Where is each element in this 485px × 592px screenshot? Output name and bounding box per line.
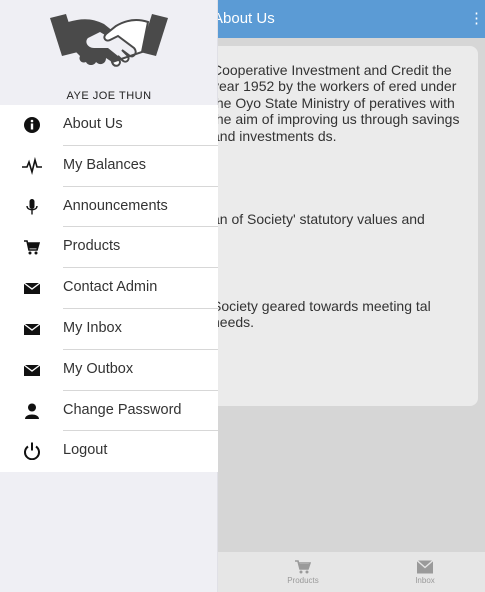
cart-icon (24, 240, 41, 255)
tab-inbox[interactable]: Inbox (395, 552, 455, 592)
info-icon (24, 117, 40, 133)
user-name: AYE JOE THUN (66, 90, 152, 102)
menu-item-products[interactable]: Products (0, 227, 218, 269)
overflow-menu-icon[interactable]: ⋮ (469, 9, 484, 29)
page-title: About Us (213, 10, 275, 27)
menu-item-label: Contact Admin (63, 279, 158, 296)
menu-item-my-inbox[interactable]: My Inbox (0, 309, 218, 350)
menu-item-my-outbox[interactable]: My Outbox (0, 350, 218, 391)
microphone-icon (26, 198, 38, 215)
user-icon (25, 403, 39, 419)
envelope-icon (417, 560, 433, 574)
menu-item-label: Products (63, 238, 121, 255)
menu-item-label: Change Password (63, 401, 182, 418)
envelope-icon (23, 323, 41, 335)
drawer-menu: About Us My Balances Announcements Produ… (0, 105, 218, 473)
menu-item-label: My Inbox (63, 319, 122, 336)
menu-item-label: Logout (63, 442, 108, 459)
menu-item-contact-admin[interactable]: Contact Admin (0, 268, 218, 309)
menu-item-announcements[interactable]: Announcements (0, 187, 218, 228)
menu-item-my-balances[interactable]: My Balances (0, 146, 218, 187)
cart-icon (295, 560, 311, 574)
tab-products-label: Products (287, 576, 319, 585)
menu-item-label: My Balances (63, 156, 147, 173)
menu-item-label: My Outbox (63, 360, 134, 377)
nav-drawer: AYE JOE THUN About Us My Balances Announ… (0, 0, 218, 592)
envelope-icon (23, 364, 41, 376)
menu-item-change-password[interactable]: Change Password (0, 391, 218, 432)
handshake-logo-icon (50, 14, 168, 67)
about-paragraph: Cooperative Investment and Credit the ye… (212, 62, 460, 144)
pulse-icon (22, 156, 42, 175)
menu-item-label: Announcements (63, 197, 168, 214)
envelope-icon (23, 282, 41, 295)
tab-inbox-label: Inbox (415, 576, 435, 585)
menu-item-logout[interactable]: Logout (0, 431, 218, 472)
drawer-header: AYE JOE THUN (0, 0, 218, 106)
tab-products[interactable]: Products (273, 552, 333, 592)
about-paragraph: an of Society' statutory values and (212, 211, 425, 227)
about-paragraph: Society geared towards meeting tal needs… (212, 298, 431, 331)
menu-item-label: About Us (63, 116, 123, 132)
menu-item-about-us[interactable]: About Us (0, 105, 218, 146)
power-icon (24, 442, 40, 461)
